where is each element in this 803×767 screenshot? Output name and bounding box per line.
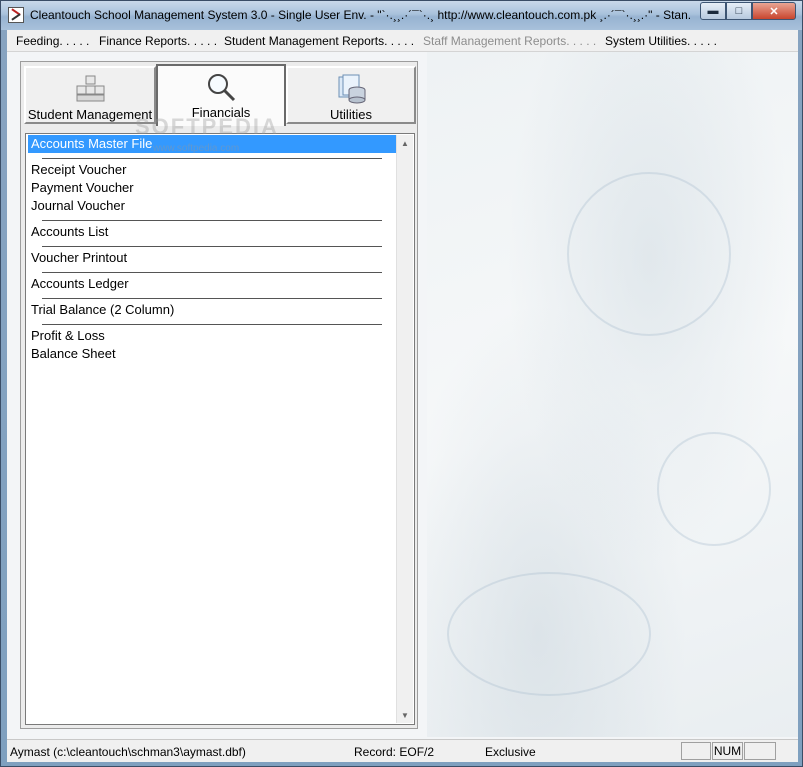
status-bar: Aymast (c:\cleantouch\schman3\aymast.dbf… <box>7 739 798 762</box>
background-circle <box>447 572 651 696</box>
list-item-payment-voucher[interactable]: Payment Voucher <box>31 180 134 195</box>
background-artwork <box>427 52 798 737</box>
background-circle <box>657 432 771 546</box>
vertical-scrollbar[interactable]: ▲ ▼ <box>396 135 413 723</box>
watermark-logo: SOFTPEDIA <box>135 114 279 139</box>
list-separator <box>42 246 382 247</box>
scroll-down-icon[interactable]: ▼ <box>397 707 413 723</box>
window-controls: ▬ □ ✕ <box>700 2 796 20</box>
client-area: Feeding. . . . . Finance Reports. . . . … <box>7 30 798 762</box>
report-list: Accounts Master File SOFTPEDIA www.softp… <box>25 114 415 725</box>
tab-utilities[interactable]: Utilities <box>286 66 416 124</box>
scroll-up-icon[interactable]: ▲ <box>397 135 413 151</box>
list-content: Accounts Master File SOFTPEDIA www.softp… <box>27 114 401 723</box>
background-circle <box>567 172 731 336</box>
keyboard-keys-icon <box>76 75 105 102</box>
menu-system-utilities[interactable]: System Utilities. . . . . <box>605 34 717 48</box>
status-num-indicator: NUM <box>712 742 743 760</box>
status-caps-indicator <box>681 742 711 760</box>
watermark-url: www.softpedia.com <box>153 143 240 154</box>
menu-finance-reports[interactable]: Finance Reports. . . . . <box>99 34 217 48</box>
status-mode: Exclusive <box>485 745 536 759</box>
list-item-profit-loss[interactable]: Profit & Loss <box>31 328 105 343</box>
app-icon[interactable] <box>8 7 24 23</box>
menu-bar: Feeding. . . . . Finance Reports. . . . … <box>7 30 798 52</box>
title-bar[interactable]: Cleantouch School Management System 3.0 … <box>1 1 802 30</box>
list-separator <box>42 324 382 325</box>
list-item-voucher-printout[interactable]: Voucher Printout <box>31 250 127 265</box>
menu-student-management-reports[interactable]: Student Management Reports. . . . . <box>224 34 414 48</box>
app-window: Cleantouch School Management System 3.0 … <box>0 0 803 767</box>
list-separator <box>42 220 382 221</box>
list-separator <box>42 158 382 159</box>
close-button[interactable]: ✕ <box>752 2 796 20</box>
magnifier-icon <box>208 74 236 102</box>
status-scroll-indicator <box>744 742 776 760</box>
list-item-accounts-list[interactable]: Accounts List <box>31 224 108 239</box>
tab-label: Utilities <box>330 107 372 122</box>
list-item-accounts-ledger[interactable]: Accounts Ledger <box>31 276 129 291</box>
status-table-path: Aymast (c:\cleantouch\schman3\aymast.dbf… <box>10 745 246 759</box>
minimize-button[interactable]: ▬ <box>700 2 726 20</box>
menu-feeding[interactable]: Feeding. . . . . <box>16 34 89 48</box>
database-documents-icon <box>338 74 366 104</box>
status-record: Record: EOF/2 <box>354 745 435 759</box>
window-title: Cleantouch School Management System 3.0 … <box>30 8 690 22</box>
navigation-panel: Student Management Financials Utilities … <box>20 61 418 729</box>
list-item-trial-balance[interactable]: Trial Balance (2 Column) <box>31 302 174 317</box>
list-item-journal-voucher[interactable]: Journal Voucher <box>31 198 125 213</box>
menu-staff-management-reports: Staff Management Reports. . . . . <box>423 34 597 48</box>
list-separator <box>42 272 382 273</box>
list-separator <box>42 298 382 299</box>
list-item-balance-sheet[interactable]: Balance Sheet <box>31 346 116 361</box>
list-item-receipt-voucher[interactable]: Receipt Voucher <box>31 162 126 177</box>
maximize-button[interactable]: □ <box>726 2 752 20</box>
